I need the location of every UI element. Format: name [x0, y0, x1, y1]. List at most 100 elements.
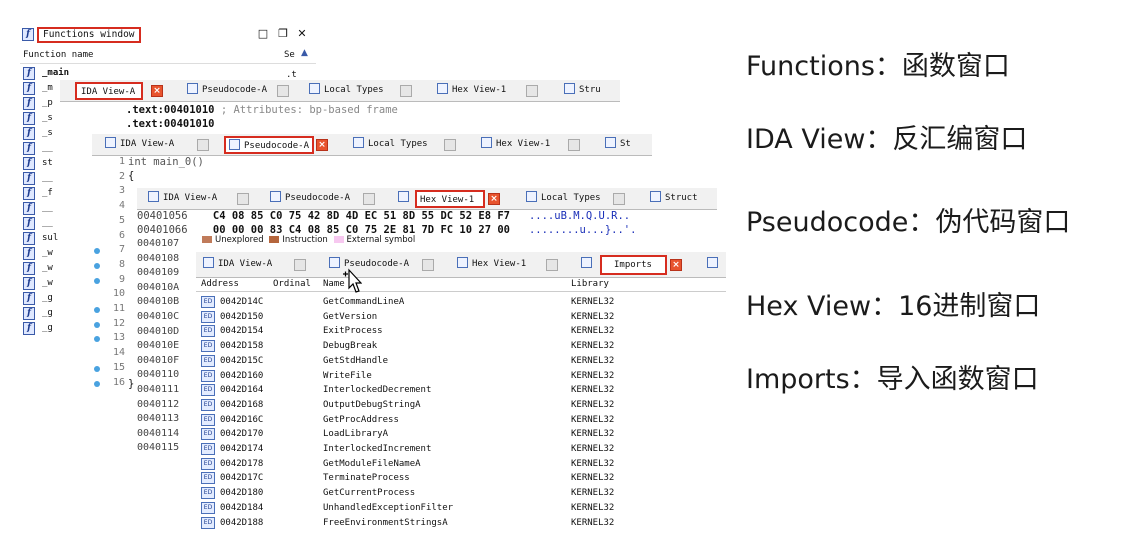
tab-local-types[interactable]: Local Types — [350, 136, 428, 154]
hex-row[interactable]: 00401056 C4 08 85 C0 75 42 8D 4D EC 51 8… — [137, 210, 630, 222]
import-library: KERNEL32 — [571, 341, 615, 352]
tab-local-types[interactable]: Local Types — [306, 82, 384, 100]
import-row[interactable]: ED 0042D170 LoadLibraryA KERNEL32 — [196, 427, 726, 442]
close-tab-icon[interactable] — [277, 85, 289, 97]
line-number: 14 — [112, 347, 125, 359]
disasm-line[interactable]: .text:00401010 — [126, 118, 215, 130]
import-row[interactable]: ED 0042D178 GetModuleFileNameA KERNEL32 — [196, 457, 726, 472]
tab-ida-view[interactable]: IDA View-A — [102, 136, 174, 154]
import-row[interactable]: ED 0042D154 ExitProcess KERNEL32 — [196, 324, 726, 339]
scroll-up-icon[interactable]: ▲ — [301, 48, 308, 58]
column-address[interactable]: Address — [201, 279, 239, 289]
close-tab-icon[interactable] — [363, 193, 375, 205]
function-list-item[interactable]: f st — [20, 156, 80, 172]
tab-hex-view[interactable]: Hex View-1 — [454, 256, 526, 274]
close-tab-icon[interactable] — [568, 139, 580, 151]
function-list-item[interactable]: f __ — [20, 141, 80, 157]
close-tab-icon[interactable] — [294, 259, 306, 271]
hex-view-tabbar: IDA View-A Pseudocode-A Hex View-1 × Loc… — [137, 188, 717, 210]
function-list-item[interactable]: f __ — [20, 201, 80, 217]
tab-ida-view[interactable]: IDA View-A — [75, 82, 143, 100]
tab-structures[interactable] — [704, 256, 722, 274]
function-list-item[interactable]: f _g — [20, 291, 80, 307]
function-list-item[interactable]: f _w — [20, 261, 80, 277]
tab-imports[interactable]: Imports — [600, 255, 667, 275]
restore-icon[interactable]: ❐ — [276, 27, 290, 41]
function-list-item[interactable]: f __ — [20, 171, 80, 187]
close-tab-icon[interactable] — [613, 193, 625, 205]
close-icon[interactable]: ✕ — [295, 27, 309, 41]
tab-hex-view[interactable]: Hex View-1 — [434, 82, 506, 100]
import-row[interactable]: ED 0042D14C GetCommandLineA KERNEL32 — [196, 295, 726, 310]
tab-structures[interactable]: St — [602, 136, 631, 154]
import-row[interactable]: ED 0042D168 OutputDebugStringA KERNEL32 — [196, 398, 726, 413]
tab-pseudocode[interactable]: Pseudocode-A — [184, 82, 267, 100]
code-line[interactable]: } — [128, 378, 134, 390]
breakpoint-dot-icon[interactable] — [94, 307, 100, 313]
tab-structures[interactable]: Struct — [647, 190, 698, 208]
column-library[interactable]: Library — [571, 279, 609, 289]
close-tab-icon[interactable]: × — [670, 259, 682, 271]
column-segment[interactable]: Se — [284, 50, 295, 60]
tab-label: IDA View-A — [218, 259, 273, 269]
import-row[interactable]: ED 0042D164 InterlockedDecrement KERNEL32 — [196, 383, 726, 398]
close-tab-icon[interactable] — [526, 85, 538, 97]
function-list-item[interactable]: f _g — [20, 321, 80, 337]
close-tab-icon[interactable] — [237, 193, 249, 205]
tab-label: Local Types — [324, 85, 384, 95]
breakpoint-dot-icon[interactable] — [94, 262, 100, 269]
tab-structures[interactable]: Stru — [561, 82, 601, 100]
import-row[interactable]: ED 0042D184 UnhandledExceptionFilter KERNEL… — [196, 501, 726, 516]
function-list-item[interactable]: f sul — [20, 231, 80, 247]
import-row[interactable]: ED 0042D160 WriteFile KERNEL32 — [196, 369, 726, 384]
tab-pseudocode[interactable]: Pseudocode-A — [326, 256, 409, 274]
structures-icon — [650, 191, 661, 202]
import-row[interactable]: ED 0042D15C GetStdHandle KERNEL32 — [196, 354, 726, 369]
breakpoint-dot-icon[interactable] — [94, 277, 100, 284]
close-tab-icon[interactable]: × — [488, 193, 500, 205]
import-row[interactable]: ED 0042D158 DebugBreak KERNEL32 — [196, 339, 726, 354]
line-number: 1 — [118, 156, 125, 167]
tab-pseudocode[interactable]: Pseudocode-A — [267, 190, 350, 208]
function-list-item[interactable]: f _f — [20, 186, 80, 202]
import-address: 0042D15C — [220, 355, 264, 366]
import-entry-icon: ED — [201, 457, 215, 470]
import-row[interactable]: ED 0042D150 GetVersion KERNEL32 — [196, 310, 726, 325]
function-list-item[interactable]: f _g — [20, 306, 80, 322]
function-list-item[interactable]: f __ — [20, 216, 80, 232]
import-library: KERNEL32 — [571, 488, 615, 499]
close-tab-icon[interactable] — [197, 139, 209, 151]
close-tab-icon[interactable]: × — [151, 85, 163, 97]
tab-pseudocode[interactable]: Pseudocode-A — [224, 136, 314, 154]
tab-local-types[interactable]: Local Types — [523, 190, 601, 208]
breakpoint-dot-icon[interactable] — [94, 321, 100, 328]
import-row[interactable]: ED 0042D180 GetCurrentProcess KERNEL32 — [196, 486, 726, 501]
import-row[interactable]: ED 0042D174 InterlockedIncrement KERNEL32 — [196, 442, 726, 457]
close-tab-icon[interactable]: × — [316, 139, 328, 151]
code-line[interactable]: { — [128, 170, 134, 182]
import-row[interactable]: ED 0042D17C TerminateProcess KERNEL32 — [196, 471, 726, 486]
tab-hex-view[interactable]: Hex View-1 — [478, 136, 550, 154]
tab-hex-view-icon-wrap[interactable] — [395, 190, 413, 208]
function-list-item[interactable]: f _w — [20, 276, 80, 292]
close-tab-icon[interactable] — [546, 259, 558, 271]
tab-ida-view[interactable]: IDA View-A — [200, 256, 272, 274]
breakpoint-dot-icon[interactable] — [94, 380, 100, 387]
tab-imports-icon-wrap[interactable] — [578, 256, 596, 274]
column-ordinal[interactable]: Ordinal — [273, 279, 311, 289]
close-tab-icon[interactable] — [422, 259, 434, 271]
tab-hex-view[interactable]: Hex View-1 — [415, 190, 485, 208]
close-tab-icon[interactable] — [400, 85, 412, 97]
breakpoint-dot-icon[interactable] — [94, 365, 100, 372]
column-function-name[interactable]: Function name — [23, 50, 93, 60]
import-row[interactable]: ED 0042D188 FreeEnvironmentStringsA KERNEL3… — [196, 516, 726, 531]
function-icon: f — [23, 307, 35, 320]
import-entry-icon: ED — [201, 413, 215, 426]
tab-ida-view[interactable]: IDA View-A — [145, 190, 217, 208]
disasm-line[interactable]: .text:00401010 ; Attributes: bp-based fr… — [126, 104, 398, 116]
minimize-icon[interactable]: □ — [256, 27, 270, 41]
function-list-item[interactable]: f _w — [20, 246, 80, 262]
close-tab-icon[interactable] — [444, 139, 456, 151]
code-line[interactable]: int main_0() — [128, 156, 204, 168]
import-row[interactable]: ED 0042D16C GetProcAddress KERNEL32 — [196, 413, 726, 428]
